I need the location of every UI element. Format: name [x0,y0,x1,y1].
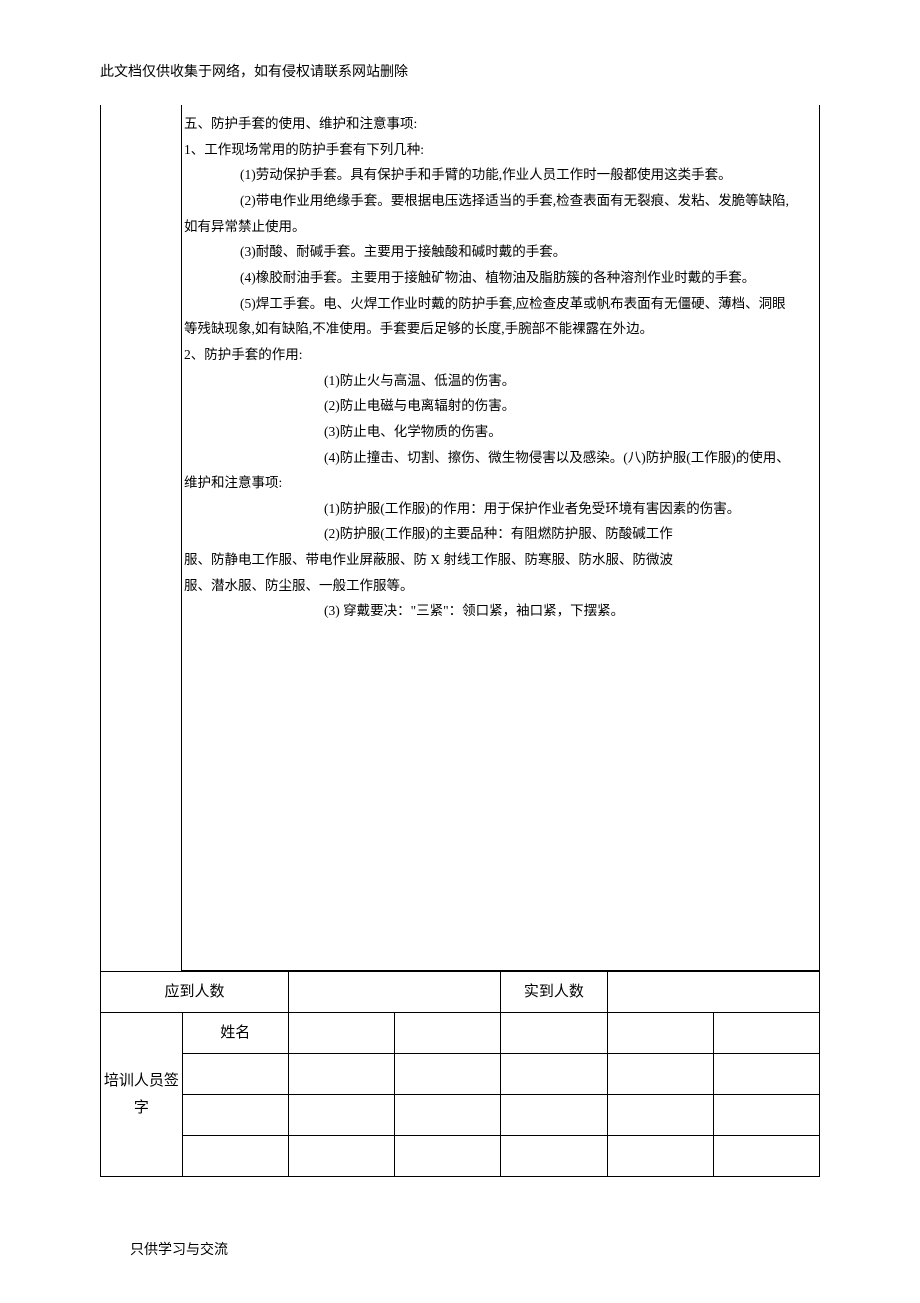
attendance-row: 应到人数 实到人数 [101,972,820,1013]
signature-cell [713,1054,819,1095]
item3-sub2: (2)防护服(工作服)的主要品种：有阻燃防护服、防酸碱工作 [184,521,817,547]
signature-cell [182,1095,288,1136]
footer-note: 只供学习与交流 [130,1238,228,1263]
signature-row [101,1054,820,1095]
section-title: 五、防护手套的使用、维护和注意事项: [184,111,817,137]
signature-cell [182,1054,288,1095]
signature-cell [288,1054,394,1095]
signature-cell [607,1136,713,1177]
signature-cell [288,1095,394,1136]
content-table: 五、防护手套的使用、维护和注意事项: 1、工作现场常用的防护手套有下列几种: (… [100,105,820,971]
signature-cell [395,1095,501,1136]
signature-row [101,1136,820,1177]
item3-sub2b: 服、防静电工作服、带电作业屏蔽服、防 X 射线工作服、防寒服、防水服、防微波 [184,547,817,573]
item2-sub4: (4)防止撞击、切割、擦伤、微生物侵害以及感染。(八)防护服(工作服)的使用、 [184,445,817,471]
name-header: 姓名 [182,1013,288,1054]
signature-cell [395,1054,501,1095]
name-cell [395,1013,501,1054]
item3-sub1: (1)防护服(工作服)的作用：用于保护作业者免受环境有害因素的伤害。 [184,496,817,522]
signature-cell [607,1054,713,1095]
signature-cell [395,1136,501,1177]
item1-sub5: (5)焊工手套。电、火焊工作业时戴的防护手套,应检查皮革或帆布表面有无僵硬、薄档… [184,291,817,317]
item1-sub2: (2)带电作业用绝缘手套。要根据电压选择适当的手套,检查表面有无裂痕、发粘、发脆… [184,188,817,214]
document-page: 此文档仅供收集于网络，如有侵权请联系网站删除 五、防护手套的使用、维护和注意事项… [0,0,920,1303]
expected-count-label: 应到人数 [101,972,289,1013]
signature-cell [501,1095,607,1136]
expected-count-value [288,972,500,1013]
name-cell [501,1013,607,1054]
name-cell [713,1013,819,1054]
header-disclaimer: 此文档仅供收集于网络，如有侵权请联系网站删除 [100,60,820,85]
item3-sub3: (3) 穿戴要决："三紧"：领口紧，袖口紧，下摆紧。 [184,598,817,624]
signature-row [101,1095,820,1136]
item2-sub2: (2)防止电磁与电离辐射的伤害。 [184,393,817,419]
item1-sub5b: 等残缺现象,如有缺陷,不准使用。手套要后足够的长度,手腕部不能裸露在外边。 [184,316,817,342]
item3-sub2c: 服、潜水服、防尘服、一般工作服等。 [184,573,817,599]
signature-cell [501,1136,607,1177]
actual-count-value [607,972,819,1013]
item2-sub3: (3)防止电、化学物质的伤害。 [184,419,817,445]
signature-cell [607,1095,713,1136]
signature-cell [288,1136,394,1177]
signature-cell [713,1136,819,1177]
main-content: 五、防护手套的使用、维护和注意事项: 1、工作现场常用的防护手套有下列几种: (… [182,105,819,970]
signature-label: 培训人员签字 [101,1013,183,1177]
item1-title: 1、工作现场常用的防护手套有下列几种: [184,137,817,163]
item1-sub2b: 如有异常禁止使用。 [184,214,817,240]
name-cell [288,1013,394,1054]
signature-cell [713,1095,819,1136]
signature-cell [182,1136,288,1177]
item1-sub4: (4)橡胶耐油手套。主要用于接触矿物油、植物油及脂肪簇的各种溶剂作业时戴的手套。 [184,265,817,291]
signature-cell [501,1054,607,1095]
item2-sub4b: 维护和注意事项: [184,470,817,496]
item1-sub3: (3)耐酸、耐碱手套。主要用于接触酸和碱时戴的手套。 [184,239,817,265]
name-header-row: 培训人员签字 姓名 [101,1013,820,1054]
actual-count-label: 实到人数 [501,972,607,1013]
attendance-table: 应到人数 实到人数 培训人员签字 姓名 [100,971,820,1177]
name-cell [607,1013,713,1054]
item2-title: 2、防护手套的作用: [184,342,817,368]
item2-sub1: (1)防止火与高温、低温的伤害。 [184,368,817,394]
item1-sub1: (1)劳动保护手套。具有保护手和手臂的功能,作业人员工作时一般都使用这类手套。 [184,162,817,188]
